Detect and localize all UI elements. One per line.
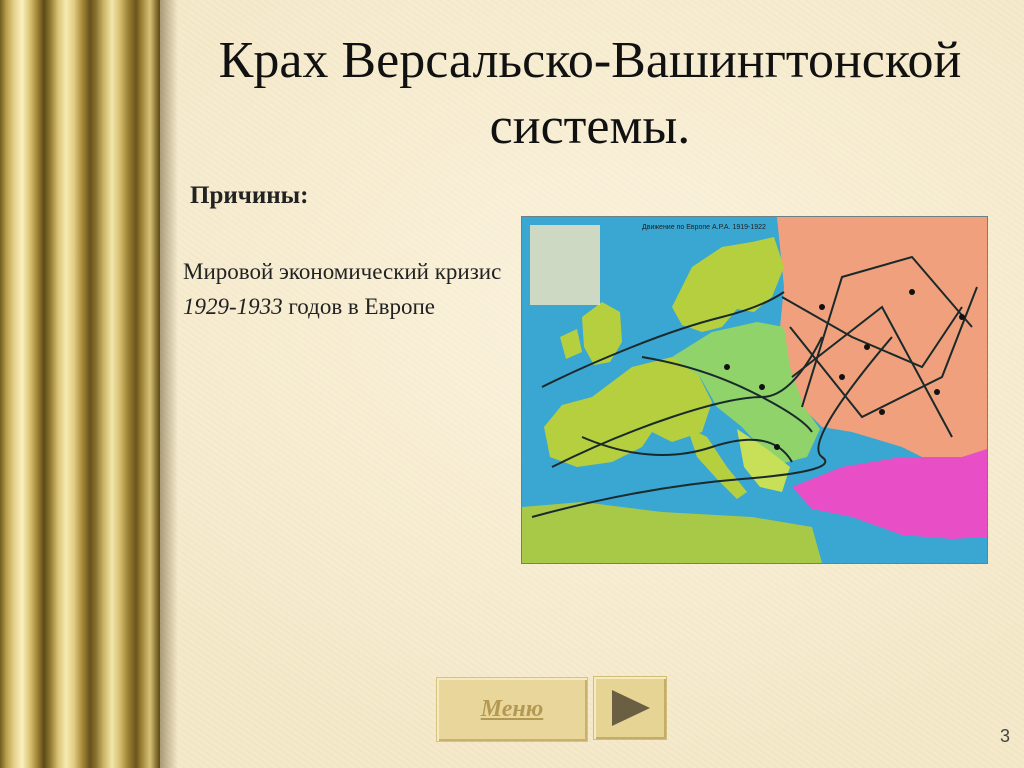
map-city <box>879 409 885 415</box>
body-text: Мировой экономический кризис 1929-1933 г… <box>183 254 503 324</box>
slide-title: Крах Версальско-Вашингтонской системы. <box>218 32 962 155</box>
next-slide-button[interactable] <box>593 676 667 740</box>
map-city <box>774 444 780 450</box>
europe-map-image: Движение по Европе А.Р.А. 1919-1922 <box>521 216 988 564</box>
map-city <box>864 344 870 350</box>
body-text-part1: Мировой экономический кризис <box>183 259 502 284</box>
menu-button[interactable]: Меню <box>436 677 588 742</box>
map-city <box>759 384 765 390</box>
map-caption: Движение по Европе А.Р.А. 1919-1922 <box>642 224 766 231</box>
map-city <box>909 289 915 295</box>
body-text-part2: годов в Европе <box>282 294 435 319</box>
play-triangle-icon <box>612 690 650 726</box>
decorative-column <box>0 0 160 768</box>
map-city <box>959 314 965 320</box>
europe-map-svg: Движение по Европе А.Р.А. 1919-1922 <box>522 217 987 563</box>
map-city <box>724 364 730 370</box>
body-text-years: 1929-1933 <box>183 294 283 319</box>
map-city <box>934 389 940 395</box>
map-city <box>839 374 845 380</box>
page-number: 3 <box>1000 726 1011 746</box>
section-heading: Причины: <box>190 182 309 209</box>
menu-button-label: Меню <box>480 696 544 722</box>
map-legend <box>530 225 600 305</box>
map-city <box>819 304 825 310</box>
